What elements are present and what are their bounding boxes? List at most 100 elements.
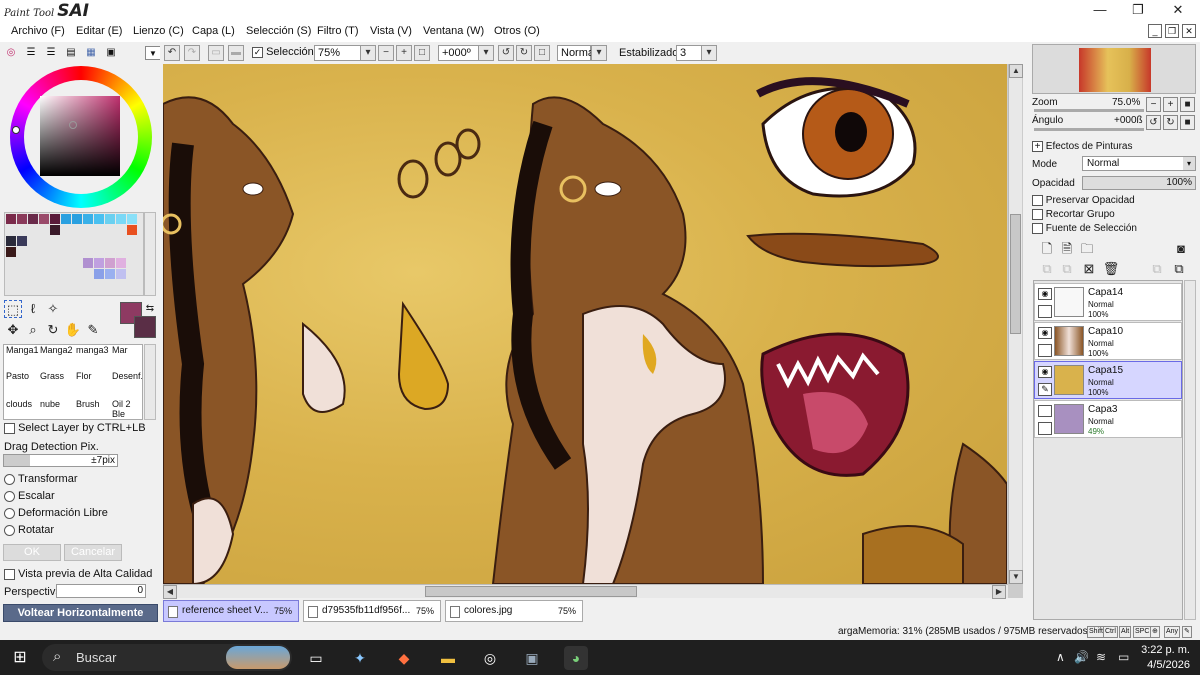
brush-clouds[interactable]: clouds — [6, 399, 32, 409]
volume-icon[interactable]: 🔊 — [1074, 650, 1089, 664]
layer-row-capa14[interactable]: ◉ Capa14 Normal 100% — [1034, 283, 1182, 321]
nav-zoom-slider[interactable] — [1034, 109, 1144, 112]
swap-colors-icon[interactable]: ⇆ — [144, 300, 156, 318]
drawing-canvas[interactable] — [163, 64, 1007, 584]
brush-oil-2-ble[interactable]: Oil 2 Ble — [112, 399, 142, 419]
tray-chevron-up-icon[interactable]: ∧ — [1056, 650, 1065, 664]
blend-mode-select[interactable]: Normal — [557, 45, 596, 61]
brush-manga3[interactable]: manga3 — [76, 345, 109, 355]
taskbar-search[interactable]: ⌕ Buscar — [42, 644, 292, 671]
menu-vista[interactable]: Vista (V) — [370, 25, 412, 37]
doc-tab-reference-sheet[interactable]: reference sheet V... 75% — [163, 600, 299, 622]
visibility-eye-icon[interactable]: ◉ — [1038, 366, 1052, 378]
layer-row-capa10[interactable]: ◉ Capa10 Normal 100% — [1034, 322, 1182, 360]
windows-start-icon[interactable]: ⊞ — [8, 646, 32, 670]
brush-mar[interactable]: Mar — [112, 345, 128, 355]
nav-zoom-in-icon[interactable]: + — [1163, 97, 1178, 112]
copilot-icon[interactable]: ✦ — [348, 646, 372, 670]
menu-otros[interactable]: Otros (O) — [494, 25, 540, 37]
zoom-dropdown-icon[interactable]: ▾ — [360, 45, 376, 61]
nav-rotate-right-icon[interactable]: ↻ — [1163, 115, 1178, 130]
mixer-tab-icon[interactable]: ▤ — [63, 46, 79, 60]
scale-option[interactable]: Escalar — [4, 490, 55, 502]
color-swatches[interactable] — [4, 212, 144, 296]
angle-dropdown-icon[interactable]: ▾ — [478, 45, 494, 61]
scroll-right-icon[interactable]: ▶ — [992, 585, 1006, 599]
rotate-option[interactable]: Rotatar — [4, 524, 54, 536]
app-icon[interactable]: ◎ — [478, 646, 502, 670]
deselect-icon[interactable]: ▭ — [208, 45, 224, 61]
menu-archivo[interactable]: Archivo (F) — [11, 25, 65, 37]
free-deform-option[interactable]: Deformación Libre — [4, 507, 108, 519]
vertical-scroll-thumb[interactable] — [1010, 214, 1021, 334]
hq-preview-option[interactable]: Vista previa de Alta Calidad — [4, 568, 152, 580]
scratchpad-tab-icon[interactable]: ▣ — [103, 46, 119, 60]
scroll-left-icon[interactable]: ◀ — [163, 585, 177, 599]
menu-capa[interactable]: Capa (L) — [192, 25, 235, 37]
layer-row-capa3[interactable]: Capa3 Normal 49% — [1034, 400, 1182, 438]
rotate-icon[interactable]: ↻ — [44, 321, 62, 339]
nav-zoom-reset-icon[interactable]: ■ — [1180, 97, 1195, 112]
menu-seleccion[interactable]: Selección (S) — [246, 25, 311, 37]
doc-tab-colores[interactable]: colores.jpg 75% — [445, 600, 583, 622]
select-layer-option[interactable]: Select Layer by CTRL+LB — [4, 422, 146, 434]
new-layer-icon[interactable]: 🗋 — [1038, 240, 1056, 258]
layer-lock-box[interactable] — [1038, 422, 1052, 435]
brushes-scrollbar[interactable] — [144, 344, 156, 420]
canvas-vertical-scrollbar[interactable]: ▲ ▼ — [1008, 64, 1023, 584]
swatch-tab-icon[interactable]: ▦ — [83, 46, 99, 60]
zoom-in-icon[interactable]: + — [396, 45, 412, 61]
zoom-reset-icon[interactable]: □ — [414, 45, 430, 61]
brush-brush[interactable]: Brush — [76, 399, 100, 409]
rotate-right-icon[interactable]: ↻ — [516, 45, 532, 61]
swatches-scrollbar[interactable] — [144, 212, 156, 296]
layer-settings-icon[interactable]: ◙ — [1172, 240, 1190, 258]
selection-source-option[interactable]: Fuente de Selección — [1032, 223, 1137, 234]
menu-editar[interactable]: Editar (E) — [76, 25, 122, 37]
layer-lock-box[interactable] — [1038, 344, 1052, 357]
nav-zoom-out-icon[interactable]: − — [1146, 97, 1161, 112]
layer-row-capa15[interactable]: ◉ ✎ Capa15 Normal 100% — [1034, 361, 1182, 399]
merge-icon[interactable]: ⧉ — [1148, 260, 1166, 278]
lasso-icon[interactable]: ℓ — [24, 300, 42, 318]
zoom-icon[interactable]: ⌕ — [24, 321, 42, 339]
nav-angle-slider[interactable] — [1034, 128, 1144, 131]
selection-toggle[interactable]: ✓ Selección — [252, 46, 314, 58]
zoom-out-icon[interactable]: − — [378, 45, 394, 61]
layer-list-scrollbar[interactable] — [1184, 280, 1196, 620]
maximize-window-button[interactable]: ❐ — [1118, 0, 1158, 22]
drag-detection-slider[interactable]: ±7pix — [3, 454, 118, 467]
clip-group-option[interactable]: Recortar Grupo — [1032, 209, 1115, 220]
redo-icon[interactable]: ↷ — [184, 45, 200, 61]
horizontal-scroll-thumb[interactable] — [425, 586, 637, 597]
doc-tab-d79535[interactable]: d79535fb11df956f... 75% — [303, 600, 441, 622]
menu-ventana[interactable]: Ventana (W) — [423, 25, 484, 37]
nav-rotate-reset-icon[interactable]: ■ — [1180, 115, 1195, 130]
nav-rotate-left-icon[interactable]: ↺ — [1146, 115, 1161, 130]
rgb-slider-tab-icon[interactable]: ☰ — [23, 46, 39, 60]
hsv-slider-tab-icon[interactable]: ☰ — [43, 46, 59, 60]
layer-mode-select[interactable]: Normal ▾ — [1082, 156, 1196, 171]
stabilizer-dropdown-icon[interactable]: ▾ — [701, 45, 717, 61]
hq-preview-checkbox[interactable] — [4, 568, 15, 580]
brush-manga1[interactable]: Manga1 — [6, 345, 39, 355]
move-icon[interactable]: ✥ — [4, 321, 22, 339]
eyedropper-icon[interactable]: ✎ — [84, 321, 102, 339]
perspective-field[interactable]: 0 — [56, 584, 146, 598]
menu-filtro[interactable]: Filtro (T) — [317, 25, 359, 37]
brush-grass[interactable]: Grass — [40, 371, 64, 381]
navigator-preview[interactable] — [1032, 44, 1196, 94]
select-layer-checkbox[interactable] — [4, 422, 15, 434]
minimize-window-button[interactable]: — — [1080, 0, 1120, 22]
wifi-icon[interactable]: ≋ — [1096, 650, 1106, 664]
color-saturation-square[interactable] — [40, 96, 120, 176]
brush-pasto[interactable]: Pasto — [6, 371, 29, 381]
panel-menu-chevron-down-icon[interactable]: ▼ — [145, 46, 161, 60]
file-explorer-icon[interactable]: ▬ — [436, 646, 460, 670]
color-wheel-tab-icon[interactable]: ◎ — [3, 46, 19, 60]
copy-layer-icon[interactable]: ⧉ — [1038, 260, 1056, 278]
layer-lock-box[interactable] — [1038, 305, 1052, 318]
visibility-eye-icon[interactable]: ◉ — [1038, 327, 1052, 339]
painttool-sai-taskbar-icon[interactable]: ◕ — [564, 646, 588, 670]
close-window-button[interactable]: ✕ — [1158, 0, 1198, 22]
